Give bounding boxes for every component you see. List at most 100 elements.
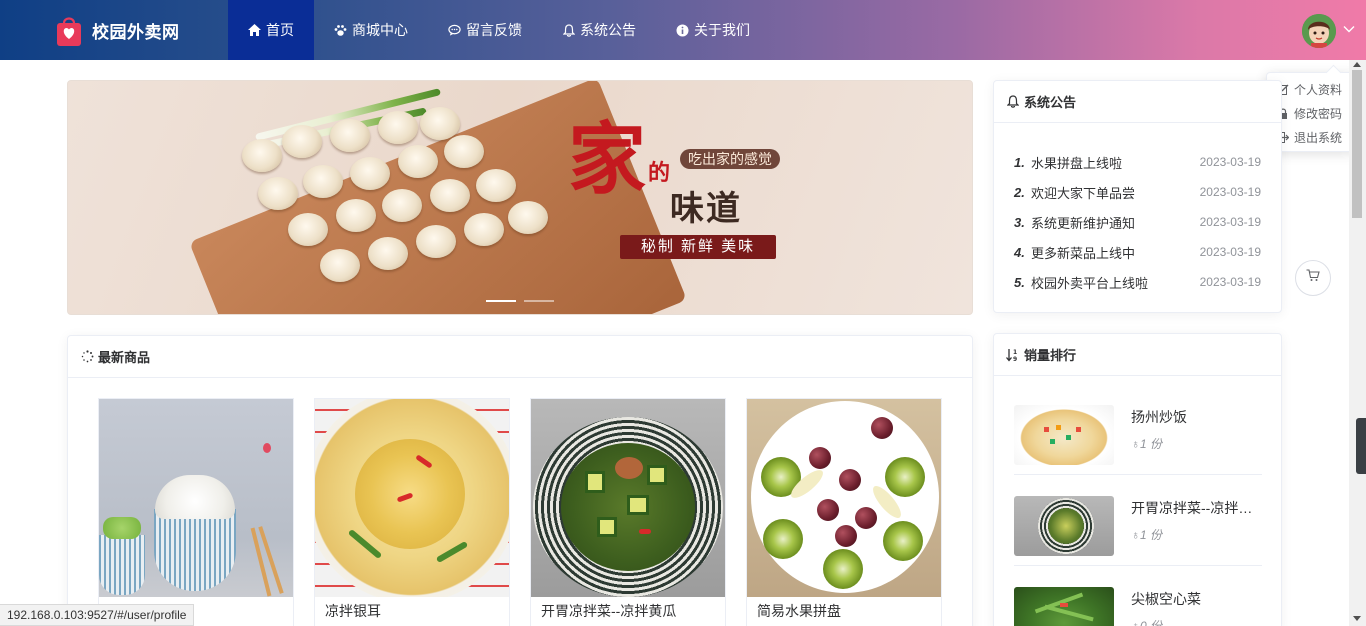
home-icon: [248, 24, 261, 37]
nav-item-label: 关于我们: [694, 22, 750, 38]
notice-title[interactable]: 欢迎大家下单品尝: [1031, 183, 1200, 202]
notice-title[interactable]: 校园外卖平台上线啦: [1031, 273, 1200, 292]
shopping-bag-logo-icon: [56, 14, 82, 47]
notice-title[interactable]: 更多新菜品上线中: [1031, 243, 1200, 262]
latest-products-card: 最新商品 凉拌银耳 开胃凉拌菜--凉拌黄瓜 简易水果拼盘: [67, 335, 973, 626]
sales-item[interactable]: 扬州炒饭 ♁1 份: [1014, 395, 1262, 475]
sort-numeric-icon: 19: [1006, 348, 1020, 362]
cart-button[interactable]: [1295, 260, 1331, 296]
nav-item-feedback[interactable]: 留言反馈: [428, 0, 542, 60]
notice-index: 2.: [1014, 184, 1025, 200]
nav-item-label: 留言反馈: [466, 22, 522, 38]
brand[interactable]: 校园外卖网: [56, 12, 180, 48]
notice-date: 2023-03-19: [1199, 185, 1261, 199]
latest-card-header: 最新商品: [68, 336, 972, 378]
sales-item-count: ♁1 份: [1131, 437, 1163, 451]
side-widget-tab[interactable]: [1356, 418, 1366, 474]
notice-card-title: 系统公告: [1024, 95, 1077, 110]
notice-index: 1.: [1014, 154, 1025, 170]
banner-headline: 家: [568, 114, 647, 205]
cart-icon: [1306, 269, 1320, 287]
svg-text:1: 1: [1013, 349, 1017, 356]
info-icon: [676, 24, 689, 37]
notice-card: 系统公告 1. 水果拼盘上线啦 2023-03-19 2. 欢迎大家下单品尝 2…: [993, 80, 1282, 313]
sales-item-count: ♁1 份: [1131, 528, 1163, 542]
notice-list: 1. 水果拼盘上线啦 2023-03-19 2. 欢迎大家下单品尝 2023-0…: [994, 123, 1281, 297]
carousel-indicator[interactable]: [486, 300, 516, 302]
product-image: [1014, 587, 1114, 626]
notice-card-header: 系统公告: [994, 81, 1281, 123]
notice-index: 3.: [1014, 214, 1025, 230]
product-card[interactable]: 简易水果拼盘: [746, 398, 942, 626]
notice-title[interactable]: 水果拼盘上线啦: [1031, 153, 1200, 172]
nav-item-mall[interactable]: 商城中心: [314, 0, 428, 60]
brand-title: 校园外卖网: [92, 22, 180, 42]
nav-item-label: 系统公告: [580, 22, 636, 38]
sales-card-header: 19 销量排行: [994, 334, 1281, 376]
paw-icon: [334, 24, 347, 37]
sales-item-name: 开胃凉拌菜--凉拌黄瓜: [1131, 500, 1259, 516]
page-scrollbar[interactable]: [1349, 60, 1366, 626]
scroll-up-arrow-icon[interactable]: [1353, 62, 1361, 67]
banner-headline-rest: 味道: [670, 189, 742, 229]
scroll-thumb[interactable]: [1352, 70, 1362, 218]
nav-item-home[interactable]: 首页: [228, 0, 314, 60]
product-card[interactable]: 凉拌银耳: [314, 398, 510, 626]
nav-item-about[interactable]: 关于我们: [656, 0, 770, 60]
notice-index: 5.: [1014, 274, 1025, 290]
status-bar-url: 192.168.0.103:9527/#/user/profile: [0, 604, 195, 626]
notice-date: 2023-03-19: [1199, 245, 1261, 259]
notice-date: 2023-03-19: [1199, 215, 1261, 229]
product-card[interactable]: 开胃凉拌菜--凉拌黄瓜: [530, 398, 726, 626]
banner-subtitle: 吃出家的感觉: [680, 149, 780, 169]
loading-icon: [80, 350, 94, 364]
notice-item[interactable]: 2. 欢迎大家下单品尝 2023-03-19: [1014, 177, 1261, 207]
carousel-indicator[interactable]: [524, 300, 554, 302]
product-card[interactable]: [98, 398, 294, 626]
chevron-down-icon[interactable]: [1342, 22, 1356, 36]
sales-count-icon: ♁: [1131, 437, 1140, 451]
scroll-down-arrow-icon[interactable]: [1353, 616, 1361, 621]
notice-date: 2023-03-19: [1199, 155, 1261, 169]
notice-index: 4.: [1014, 244, 1025, 260]
svg-text:9: 9: [1013, 356, 1017, 362]
bell-icon: [562, 23, 575, 37]
sales-card-title: 销量排行: [1024, 348, 1077, 363]
notice-item[interactable]: 3. 系统更新维护通知 2023-03-19: [1014, 207, 1261, 237]
product-image: [1014, 405, 1114, 465]
sales-count-icon: ♁: [1131, 619, 1140, 626]
menu-item-label: 修改密码: [1294, 106, 1343, 121]
sales-item[interactable]: 开胃凉拌菜--凉拌黄瓜 ♁1 份: [1014, 486, 1262, 566]
user-avatar[interactable]: [1302, 14, 1336, 48]
product-image: [315, 399, 509, 597]
sales-item-count: ♁0 份: [1131, 617, 1162, 626]
nav-item-notice[interactable]: 系统公告: [542, 0, 656, 60]
chat-icon: [448, 24, 461, 37]
sales-item-name: 扬州炒饭: [1131, 409, 1187, 425]
nav-item-label: 商城中心: [352, 22, 408, 38]
nav-item-label: 首页: [266, 22, 294, 38]
main-nav: 首页 商城中心 留言反馈 系统公告 关于我们: [228, 0, 770, 60]
menu-item-label: 个人资料: [1294, 82, 1343, 97]
banner-headline-small: 的: [648, 160, 671, 186]
product-image: [99, 399, 293, 597]
notice-title[interactable]: 系统更新维护通知: [1031, 213, 1200, 232]
notice-date: 2023-03-19: [1199, 275, 1261, 289]
latest-card-title: 最新商品: [98, 350, 151, 365]
sales-count-icon: ♁: [1131, 528, 1140, 542]
banner-carousel[interactable]: 家 的 味道 吃出家的感觉 秘制 新鲜 美味: [67, 80, 973, 315]
sales-item-name: 尖椒空心菜: [1131, 591, 1201, 607]
menu-item-label: 退出系统: [1294, 130, 1343, 145]
product-image: [531, 399, 725, 597]
sales-item[interactable]: 尖椒空心菜 ♁0 份: [1014, 577, 1262, 626]
product-image: [1014, 496, 1114, 556]
product-name: 凉拌银耳: [325, 603, 381, 619]
notice-item[interactable]: 1. 水果拼盘上线啦 2023-03-19: [1014, 147, 1261, 177]
product-name: 简易水果拼盘: [757, 603, 841, 619]
product-name: 开胃凉拌菜--凉拌黄瓜: [541, 603, 677, 619]
notice-item[interactable]: 5. 校园外卖平台上线啦 2023-03-19: [1014, 267, 1261, 297]
product-image: [747, 399, 941, 597]
notice-item[interactable]: 4. 更多新菜品上线中 2023-03-19: [1014, 237, 1261, 267]
bell-icon: [1006, 95, 1020, 109]
top-navbar: 校园外卖网 首页 商城中心 留言反馈 系统公告 关于我们: [0, 0, 1366, 60]
